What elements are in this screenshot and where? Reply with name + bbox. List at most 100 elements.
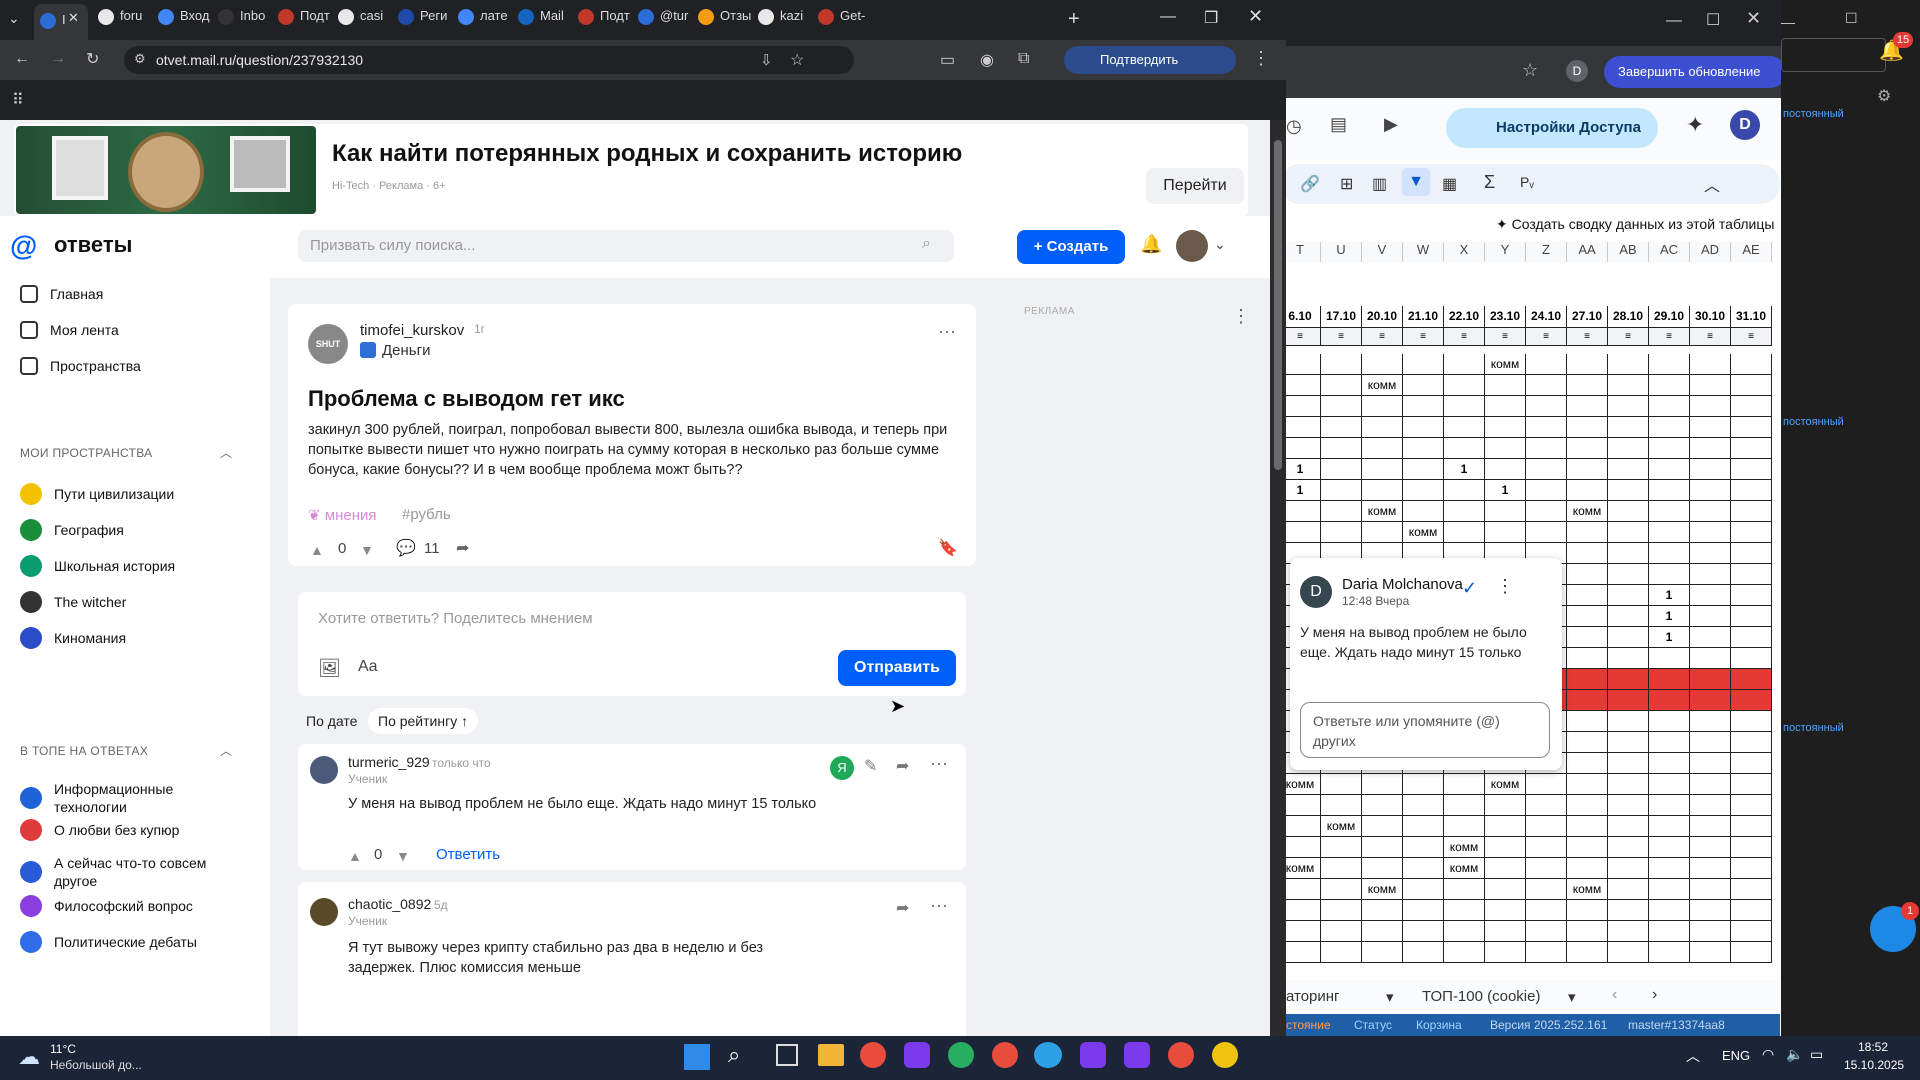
grid-cell[interactable] xyxy=(1567,606,1608,627)
grid-cell[interactable] xyxy=(1731,900,1772,921)
browser-tab[interactable]: Get- xyxy=(812,8,882,34)
column-header[interactable]: AC xyxy=(1649,242,1690,262)
grid-cell[interactable] xyxy=(1403,795,1444,816)
grid-cell[interactable] xyxy=(1608,795,1649,816)
app-icon[interactable] xyxy=(904,1042,930,1068)
verify-identity-button[interactable]: Подтвердить личность xyxy=(1064,46,1236,95)
grid-cell[interactable] xyxy=(1444,480,1485,501)
grid-cell[interactable] xyxy=(1690,648,1731,669)
date-cell[interactable]: 27.10 xyxy=(1567,306,1608,328)
grid-cell[interactable] xyxy=(1567,543,1608,564)
grid-cell[interactable] xyxy=(1690,900,1731,921)
grid-cell[interactable] xyxy=(1362,942,1403,963)
grid-cell[interactable] xyxy=(1649,522,1690,543)
grid-cell[interactable] xyxy=(1567,795,1608,816)
downvote-icon[interactable]: ▼ xyxy=(396,848,410,864)
grid-cell[interactable] xyxy=(1485,816,1526,837)
grid-cell[interactable]: 1 xyxy=(1280,459,1321,480)
grid-cell[interactable] xyxy=(1526,879,1567,900)
grid-cell[interactable] xyxy=(1526,795,1567,816)
sidebar-item[interactable]: Пространства xyxy=(20,354,220,376)
tray-chevron-icon[interactable]: ︿ xyxy=(1686,1046,1700,1066)
grid-cell[interactable] xyxy=(1731,606,1772,627)
grid-cell[interactable] xyxy=(1485,879,1526,900)
grid-cell[interactable] xyxy=(1649,858,1690,879)
grid-cell[interactable] xyxy=(1567,711,1608,732)
grid-cell[interactable] xyxy=(1649,753,1690,774)
grid-cell[interactable] xyxy=(1567,564,1608,585)
grid-cell[interactable] xyxy=(1690,774,1731,795)
grid-cell[interactable] xyxy=(1731,711,1772,732)
grid-cell[interactable] xyxy=(1608,690,1649,711)
grid-cell[interactable] xyxy=(1690,858,1731,879)
grid-cell[interactable] xyxy=(1690,375,1731,396)
grid-cell[interactable] xyxy=(1608,396,1649,417)
downvote-icon[interactable]: ▼ xyxy=(360,542,374,558)
grid-cell[interactable] xyxy=(1280,921,1321,942)
volume-icon[interactable]: 🔈 xyxy=(1786,1046,1803,1063)
sidebar-item[interactable]: Пути цивилизации xyxy=(20,482,224,506)
grid-cell[interactable] xyxy=(1649,816,1690,837)
grid-cell[interactable] xyxy=(1690,921,1731,942)
grid-cell[interactable] xyxy=(1608,858,1649,879)
grid-cell[interactable] xyxy=(1526,438,1567,459)
grid-cell[interactable]: комм xyxy=(1280,858,1321,879)
grid-cell[interactable] xyxy=(1731,921,1772,942)
grid-cell[interactable]: комм xyxy=(1280,774,1321,795)
ad-go-button[interactable]: Перейти xyxy=(1146,168,1244,204)
grid-cell[interactable]: комм xyxy=(1444,837,1485,858)
answer-avatar[interactable] xyxy=(310,898,338,926)
sidebar-item[interactable]: А сейчас что-то совсем другое xyxy=(20,854,224,889)
grid-cell[interactable] xyxy=(1362,417,1403,438)
close-icon[interactable]: ✕ xyxy=(1746,8,1761,29)
grid-cell[interactable] xyxy=(1280,417,1321,438)
history-icon[interactable]: ◷ xyxy=(1286,116,1302,137)
grid-cell[interactable] xyxy=(1321,354,1362,375)
grid-cell[interactable] xyxy=(1485,396,1526,417)
filter-icon[interactable]: ≡ xyxy=(1690,328,1731,346)
grid-cell[interactable] xyxy=(1567,900,1608,921)
grid-cell[interactable] xyxy=(1649,480,1690,501)
grid-cell[interactable] xyxy=(1485,501,1526,522)
sum-icon[interactable]: Σ xyxy=(1484,172,1495,193)
grid-cell[interactable] xyxy=(1362,354,1403,375)
grid-cell[interactable] xyxy=(1690,816,1731,837)
column-header[interactable]: T xyxy=(1280,242,1321,262)
grid-cell[interactable] xyxy=(1649,879,1690,900)
grid-cell[interactable] xyxy=(1485,438,1526,459)
grid-cell[interactable] xyxy=(1321,900,1362,921)
grid-cell[interactable] xyxy=(1608,627,1649,648)
grid-cell[interactable] xyxy=(1731,459,1772,480)
grid-cell[interactable] xyxy=(1649,438,1690,459)
sheet-tab[interactable]: аторинг xyxy=(1286,988,1340,1005)
menu-icon[interactable]: ⋮ xyxy=(1252,48,1270,69)
grid-cell[interactable] xyxy=(1608,753,1649,774)
grid-cell[interactable] xyxy=(1608,417,1649,438)
grid-cell[interactable]: комм xyxy=(1567,501,1608,522)
grid-cell[interactable] xyxy=(1731,354,1772,375)
grid-cell[interactable] xyxy=(1690,354,1731,375)
address-bar[interactable]: ⚙ otvet.mail.ru/question/237932130 ⇩ ☆ xyxy=(124,46,854,74)
grid-cell[interactable] xyxy=(1444,417,1485,438)
grid-cell[interactable] xyxy=(1321,501,1362,522)
create-button[interactable]: + Создать xyxy=(1017,230,1125,264)
grid-cell[interactable] xyxy=(1690,711,1731,732)
grid-cell[interactable] xyxy=(1280,501,1321,522)
upvote-icon[interactable]: ▲ xyxy=(348,848,362,864)
grid-cell[interactable] xyxy=(1608,669,1649,690)
grid-cell[interactable] xyxy=(1690,690,1731,711)
grid-cell[interactable] xyxy=(1608,585,1649,606)
minimize-icon[interactable]: — xyxy=(1781,14,1795,30)
finish-update-button[interactable]: Завершить обновление xyxy=(1604,56,1786,88)
reply-link[interactable]: Ответить xyxy=(436,846,500,863)
grid-cell[interactable] xyxy=(1690,585,1731,606)
grid-cell[interactable]: 1 xyxy=(1649,627,1690,648)
back-icon[interactable]: ← xyxy=(14,50,30,68)
user-avatar[interactable] xyxy=(1176,230,1208,262)
filter-icon[interactable]: ≡ xyxy=(1526,328,1567,346)
grid-cell[interactable] xyxy=(1485,942,1526,963)
grid-cell[interactable] xyxy=(1526,375,1567,396)
grid-cell[interactable] xyxy=(1444,942,1485,963)
grid-cell[interactable] xyxy=(1485,921,1526,942)
date-cell[interactable]: 29.10 xyxy=(1649,306,1690,328)
